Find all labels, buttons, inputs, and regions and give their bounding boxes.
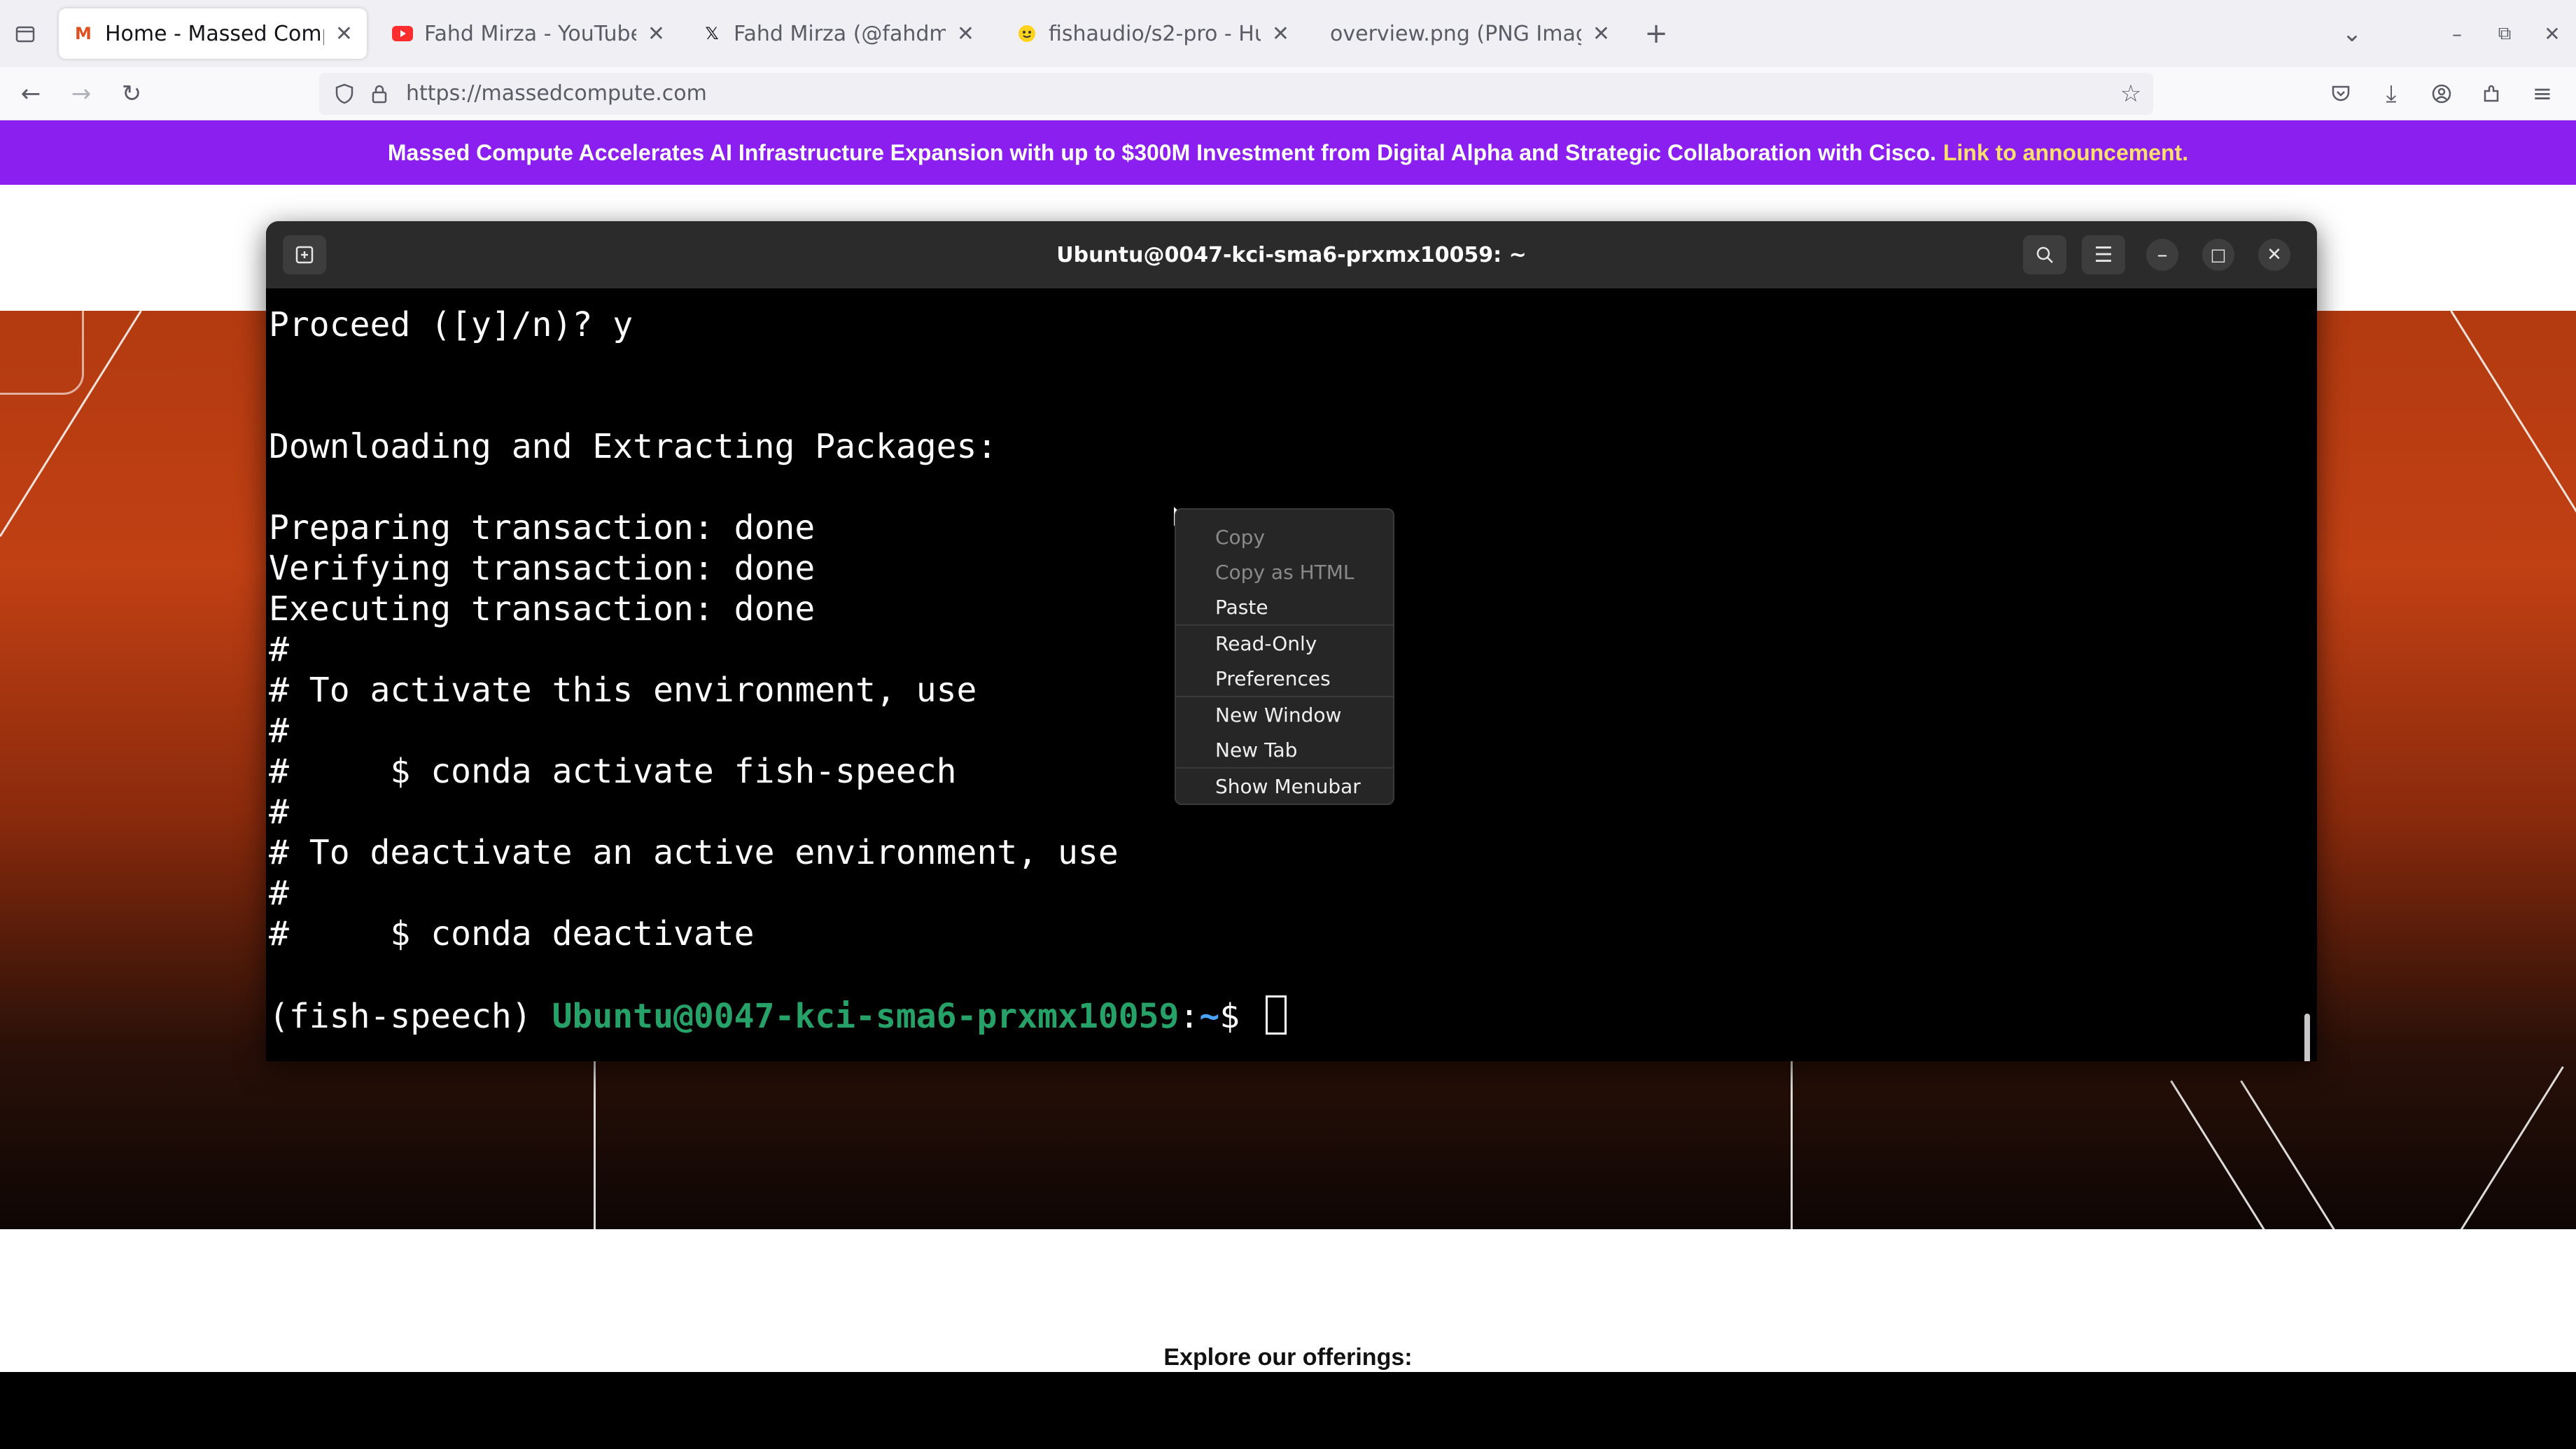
x-icon: 𝕏 <box>701 23 722 44</box>
tab-title: Fahd Mirza - YouTube <box>424 22 636 46</box>
massed-compute-favicon: M <box>73 23 94 44</box>
conda-env-label: (fish-speech) <box>269 997 552 1036</box>
tab-huggingface[interactable]: fishaudio/s2-pro - Huggi ✕ <box>1002 8 1303 59</box>
terminal-line: # <box>269 630 289 669</box>
tab-title: Home - Massed Compute <box>105 22 324 46</box>
menu-hamburger-icon[interactable]: ≡ <box>2527 78 2558 109</box>
bookmark-star-icon[interactable]: ☆ <box>2115 78 2146 109</box>
search-icon[interactable] <box>2023 235 2066 274</box>
terminal-line: # <box>269 711 289 750</box>
new-tab-terminal-icon[interactable] <box>283 235 326 274</box>
maximize-icon[interactable]: □ <box>2202 239 2234 271</box>
hero-line <box>594 1060 596 1229</box>
screen: M Home - Massed Compute ✕ Fahd Mirza - Y… <box>0 0 2576 1449</box>
back-arrow-icon[interactable]: ← <box>15 78 46 109</box>
new-tab-button[interactable]: + <box>1642 18 1670 49</box>
banner-text: Massed Compute Accelerates AI Infrastruc… <box>388 140 1936 166</box>
terminal-line: Executing transaction: done <box>269 589 815 629</box>
hero-line <box>2451 1066 2564 1229</box>
hero-line <box>2450 311 2576 513</box>
explore-heading: Explore our offerings: <box>0 1344 2576 1371</box>
terminal-title: Ubuntu@0047-kci-sma6-prxmx10059: ~ <box>1056 243 1527 267</box>
prompt-path: ~ <box>1199 997 1219 1036</box>
close-tab-icon[interactable]: ✕ <box>957 22 974 46</box>
youtube-icon <box>392 23 413 44</box>
hero-shape <box>0 311 84 395</box>
menu-item-preferences[interactable]: Preferences <box>1176 661 1393 696</box>
shield-icon[interactable] <box>329 78 360 109</box>
huggingface-icon <box>1016 23 1037 44</box>
hero-line <box>1791 1060 1793 1229</box>
context-menu: Copy Copy as HTML Paste Read-Only Prefer… <box>1175 508 1394 805</box>
address-bar[interactable]: https://massedcompute.com ☆ <box>319 73 2153 115</box>
menu-item-new-window[interactable]: New Window <box>1176 697 1393 732</box>
bottom-bar <box>0 1372 2576 1449</box>
terminal-line: Verifying transaction: done <box>269 549 815 588</box>
tab-x-profile[interactable]: 𝕏 Fahd Mirza (@fahdmirza) ✕ <box>687 8 988 59</box>
menu-item-copy-as-html[interactable]: Copy as HTML <box>1176 554 1393 589</box>
menu-item-copy[interactable]: Copy <box>1176 519 1393 554</box>
extensions-icon[interactable] <box>2477 78 2507 109</box>
hero-line <box>2170 1080 2283 1229</box>
terminal-line: # To deactivate an active environment, u… <box>269 833 1119 872</box>
close-window-icon[interactable]: ✕ <box>2538 18 2566 49</box>
tab-title: overview.png (PNG Image, 7 <box>1330 22 1581 46</box>
terminal-line: # <box>269 874 289 913</box>
tab-youtube[interactable]: Fahd Mirza - YouTube ✕ <box>378 8 679 59</box>
tab-title: Fahd Mirza (@fahdmirza) <box>734 22 946 46</box>
close-icon[interactable]: ✕ <box>2258 239 2290 271</box>
browser-nav-bar: ← → ↻ https://massedcompute.com ☆ ⤓ ≡ <box>0 67 2576 120</box>
close-tab-icon[interactable]: ✕ <box>1272 22 1289 46</box>
minimize-icon[interactable]: – <box>2146 239 2178 271</box>
tab-title: fishaudio/s2-pro - Huggi <box>1049 22 1261 46</box>
tab-list-icon[interactable] <box>11 20 39 48</box>
minimize-window-icon[interactable]: – <box>2443 18 2471 49</box>
pocket-icon[interactable] <box>2325 78 2356 109</box>
lock-icon[interactable] <box>364 78 395 109</box>
restore-window-icon[interactable]: ⧉ <box>2491 18 2519 49</box>
terminal-line: Downloading and Extracting Packages: <box>269 427 997 466</box>
close-tab-icon[interactable]: ✕ <box>1592 22 1610 46</box>
terminal-line: # $ conda activate fish-speech <box>269 752 957 791</box>
menu-item-new-tab[interactable]: New Tab <box>1176 732 1393 767</box>
close-tab-icon[interactable]: ✕ <box>335 22 353 46</box>
announcement-link[interactable]: Link to announcement. <box>1943 140 2188 166</box>
tab-overview-png[interactable]: overview.png (PNG Image, 7 ✕ <box>1316 8 1624 59</box>
terminal-line: Proceed ([y]/n)? y <box>269 305 633 344</box>
terminal-header-bar: Ubuntu@0047-kci-sma6-prxmx10059: ~ ☰ – □… <box>266 221 2317 288</box>
menu-hamburger-icon[interactable]: ☰ <box>2082 235 2125 274</box>
terminal-line: # $ conda deactivate <box>269 914 755 953</box>
close-tab-icon[interactable]: ✕ <box>648 22 665 46</box>
text-cursor <box>1266 995 1287 1035</box>
terminal-line: Preparing transaction: done <box>269 508 815 547</box>
terminal-prompt-line: (fish-speech) Ubuntu@0047-kci-sma6-prxmx… <box>269 995 1287 1036</box>
tab-massed-compute[interactable]: M Home - Massed Compute ✕ <box>59 8 367 59</box>
list-all-tabs-icon[interactable]: ⌄ <box>2338 18 2366 49</box>
terminal-line: # <box>269 792 289 832</box>
reload-icon[interactable]: ↻ <box>116 78 147 109</box>
downloads-icon[interactable]: ⤓ <box>2376 78 2407 109</box>
hero-line <box>2240 1080 2353 1229</box>
terminal-scrollbar[interactable] <box>2304 1014 2310 1061</box>
menu-item-show-menubar[interactable]: Show Menubar <box>1176 769 1393 804</box>
forward-arrow-icon[interactable]: → <box>66 78 97 109</box>
announcement-banner: Massed Compute Accelerates AI Infrastruc… <box>0 120 2576 185</box>
prompt-separator: : <box>1179 997 1199 1036</box>
terminal-line: # To activate this environment, use <box>269 671 976 710</box>
menu-item-read-only[interactable]: Read-Only <box>1176 626 1393 661</box>
browser-tab-bar: M Home - Massed Compute ✕ Fahd Mirza - Y… <box>0 0 2576 67</box>
url-text: https://massedcompute.com <box>406 81 707 106</box>
menu-item-paste[interactable]: Paste <box>1176 589 1393 624</box>
account-icon[interactable] <box>2426 78 2457 109</box>
prompt-user-host: Ubuntu@0047-kci-sma6-prxmx10059 <box>552 997 1180 1036</box>
prompt-symbol: $ <box>1219 997 1260 1036</box>
